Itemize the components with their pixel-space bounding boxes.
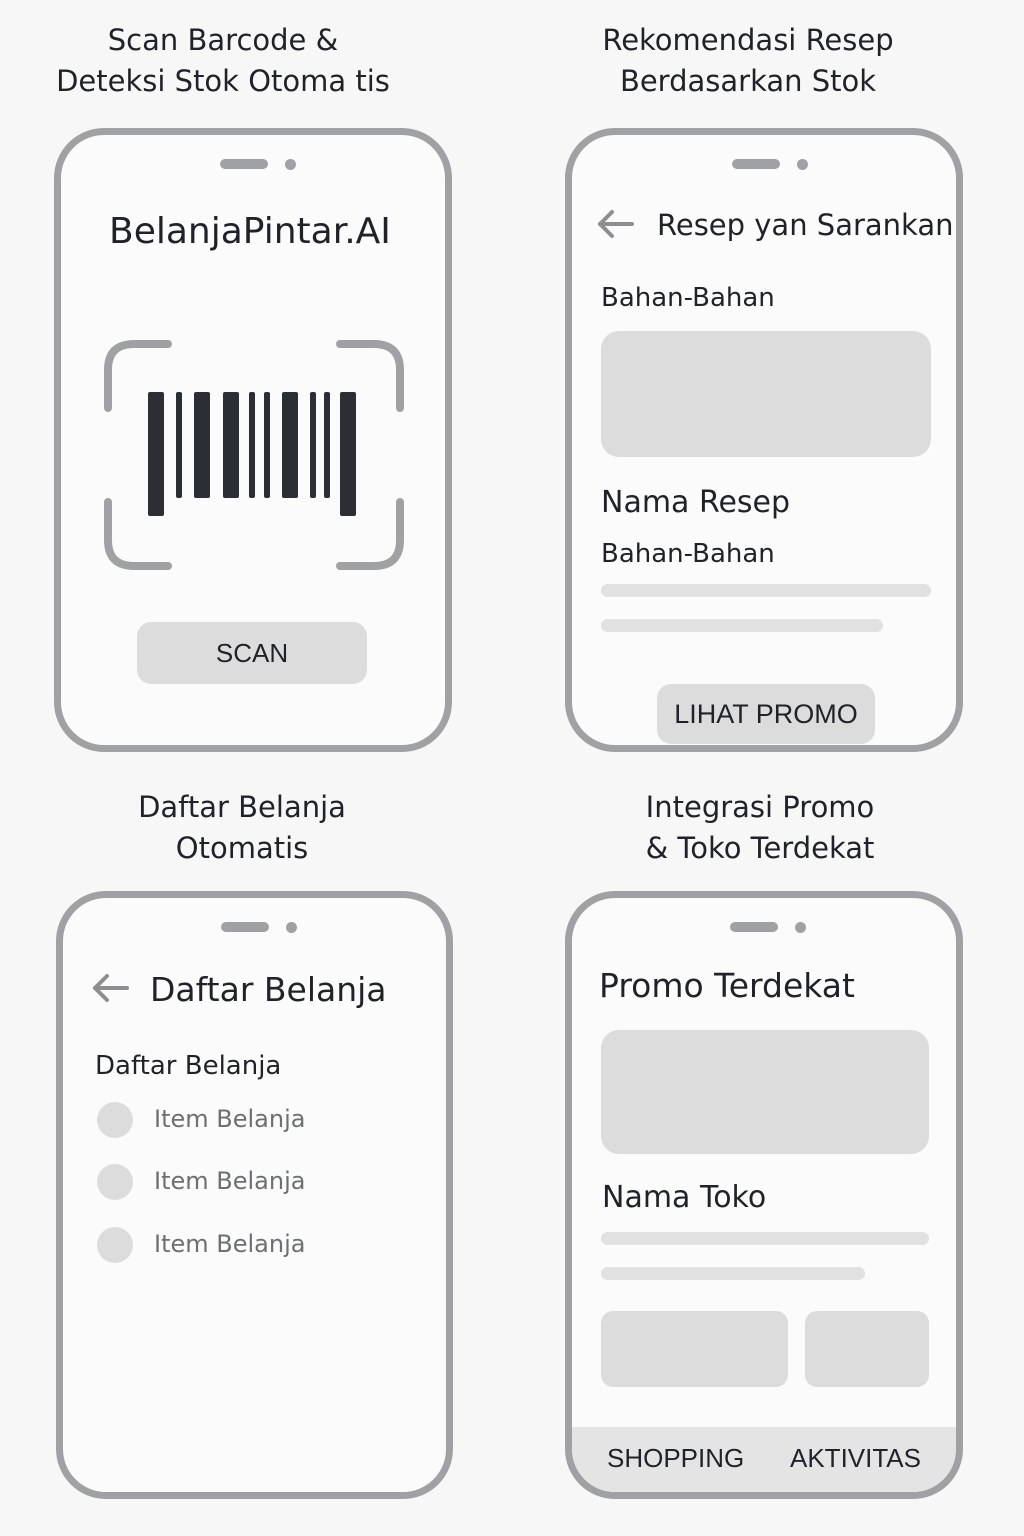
speaker-notch (220, 159, 268, 169)
text-placeholder-line (601, 1232, 929, 1245)
caption-scan-line1: Scan Barcode & (107, 23, 339, 57)
promo-card-placeholder[interactable] (601, 1311, 788, 1387)
promo-title: Promo Terdekat (599, 966, 855, 1005)
bottom-tab-bar: SHOPPING AKTIVITAS (572, 1427, 956, 1492)
speaker-notch (732, 159, 780, 169)
recipe-ingredients-label: Bahan-Bahan (601, 539, 775, 569)
caption-scan-line2: Deteksi Stok Otoma tis (56, 64, 390, 98)
speaker-notch (730, 922, 778, 932)
caption-recipe: Rekomendasi Resep Berdasarkan Stok (548, 20, 948, 102)
caption-promo-line1: Integrasi Promo (645, 790, 875, 824)
recipe-image-placeholder (601, 331, 931, 457)
phone-recipe-screen: Resep yan Sarankan Bahan-Bahan Nama Rese… (565, 128, 963, 752)
ingredients-heading: Bahan-Bahan (601, 283, 775, 313)
caption-recipe-line1: Rekomendasi Resep (602, 23, 894, 57)
speaker-notch (221, 922, 269, 932)
recipe-name: Nama Resep (601, 485, 791, 520)
back-arrow-icon[interactable] (90, 972, 130, 1004)
caption-list: Daftar Belanja Otomatis (42, 787, 442, 869)
caption-scan: Scan Barcode & Deteksi Stok Otoma tis (23, 20, 423, 102)
list-item-label: Item Belanja (154, 1105, 306, 1133)
phone-list-screen: Daftar Belanja Daftar Belanja Item Belan… (56, 891, 453, 1499)
list-section-heading: Daftar Belanja (95, 1051, 282, 1081)
camera-dot (285, 159, 296, 170)
caption-list-line1: Daftar Belanja (138, 790, 346, 824)
camera-dot (797, 159, 808, 170)
promo-image-placeholder (601, 1030, 929, 1154)
app-title: BelanjaPintar.AI (109, 211, 391, 252)
text-placeholder-line (601, 619, 883, 632)
phone-promo-screen: Promo Terdekat Nama Toko SHOPPING AKTIVI… (565, 891, 963, 1499)
caption-recipe-line2: Berdasarkan Stok (619, 64, 877, 98)
tab-aktivitas[interactable]: AKTIVITAS (790, 1443, 921, 1474)
barcode-icon (148, 392, 356, 516)
recipe-header-title: Resep yan Sarankan (657, 208, 954, 242)
tab-shopping[interactable]: SHOPPING (607, 1443, 744, 1474)
camera-dot (286, 922, 297, 933)
back-arrow-icon[interactable] (595, 208, 635, 240)
camera-dot (795, 922, 806, 933)
see-promo-button[interactable]: LIHAT PROMO (657, 684, 875, 744)
text-placeholder-line (601, 584, 931, 597)
caption-promo-line2: & Toko Terdekat (645, 831, 875, 865)
item-checkbox[interactable] (97, 1102, 133, 1138)
promo-card-placeholder[interactable] (805, 1311, 929, 1387)
phone-scan-screen: BelanjaPintar.AI SCAN (54, 128, 452, 752)
scan-button[interactable]: SCAN (137, 622, 367, 684)
item-checkbox[interactable] (97, 1227, 133, 1263)
item-checkbox[interactable] (97, 1164, 133, 1200)
caption-promo: Integrasi Promo & Toko Terdekat (560, 787, 960, 869)
caption-list-line2: Otomatis (175, 831, 309, 865)
text-placeholder-line (601, 1267, 865, 1280)
list-item-label: Item Belanja (154, 1230, 306, 1258)
store-name: Nama Toko (602, 1180, 767, 1215)
list-header-title: Daftar Belanja (150, 970, 387, 1009)
list-item-label: Item Belanja (154, 1167, 306, 1195)
